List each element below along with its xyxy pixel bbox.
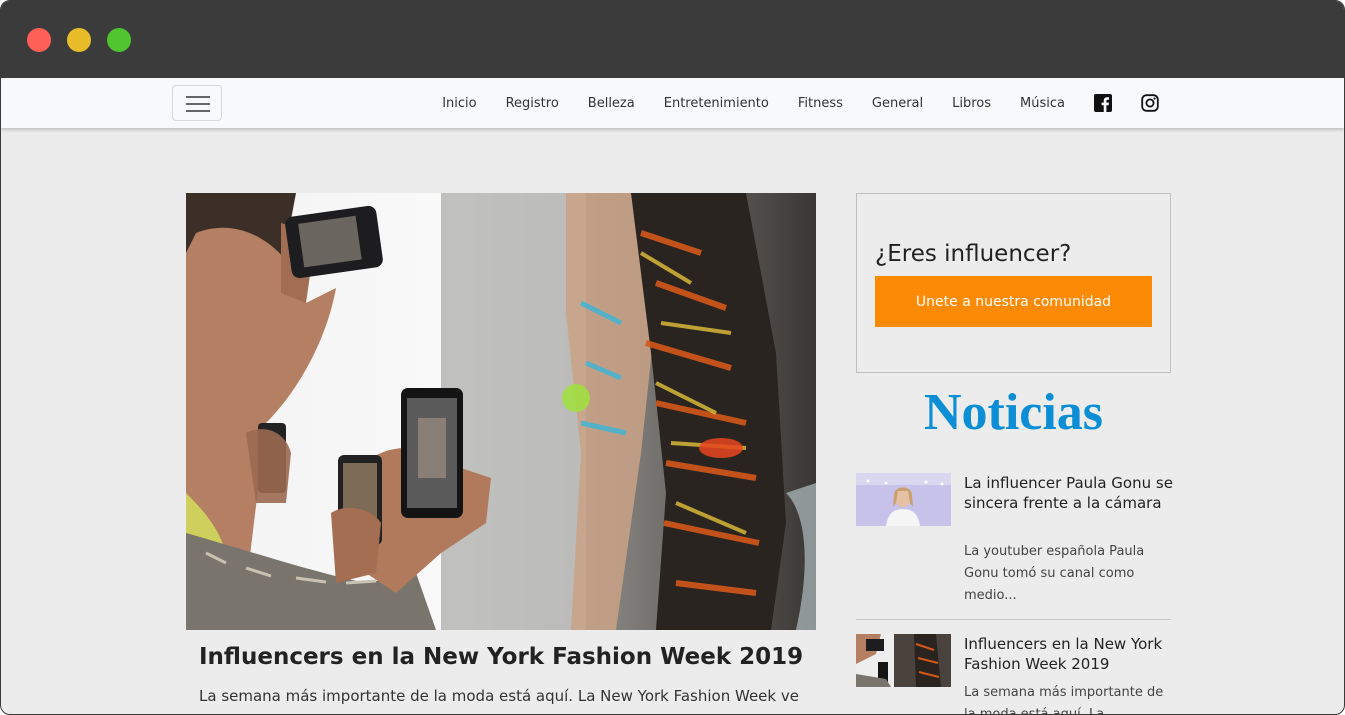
news-thumbnail[interactable] — [856, 473, 951, 526]
nav-link-belleza[interactable]: Belleza — [588, 96, 635, 111]
nav-link-inicio[interactable]: Inicio — [442, 96, 476, 111]
instagram-icon[interactable] — [1141, 94, 1159, 112]
nav-link-entretenimiento[interactable]: Entretenimiento — [664, 96, 769, 111]
nav-link-registro[interactable]: Registro — [506, 96, 559, 111]
news-title[interactable]: Influencers en la New York Fashion Week … — [964, 634, 1174, 674]
news-heading: Noticias — [923, 384, 1104, 441]
news-divider — [856, 619, 1171, 620]
news-title[interactable]: La influencer Paula Gonu se sincera fren… — [964, 473, 1174, 513]
news-excerpt: La youtuber española Paula Gonu tomó su … — [964, 544, 1145, 603]
minimize-window-button[interactable] — [67, 28, 91, 52]
news-excerpt: La semana más importante de la moda está… — [964, 685, 1164, 715]
hamburger-icon — [186, 110, 210, 112]
menu-toggle-button[interactable] — [172, 85, 222, 121]
news-thumbnail[interactable] — [856, 634, 951, 687]
hamburger-icon — [186, 103, 210, 105]
window-titlebar — [1, 1, 1344, 78]
nav-links: Inicio Registro Belleza Entretenimiento … — [413, 78, 1159, 128]
site-navbar: Inicio Registro Belleza Entretenimiento … — [1, 78, 1344, 128]
featured-post-excerpt: La semana más importante de la moda está… — [199, 687, 799, 705]
featured-post-title[interactable]: Influencers en la New York Fashion Week … — [199, 644, 803, 670]
hamburger-icon — [186, 96, 210, 98]
influencer-heading: ¿Eres influencer? — [875, 241, 1072, 267]
facebook-icon[interactable] — [1094, 94, 1112, 112]
browser-window: Inicio Registro Belleza Entretenimiento … — [0, 0, 1345, 715]
close-window-button[interactable] — [27, 28, 51, 52]
nav-link-libros[interactable]: Libros — [952, 96, 991, 111]
influencer-cta-box: ¿Eres influencer? Unete a nuestra comuni… — [856, 193, 1171, 373]
nav-link-musica[interactable]: Música — [1020, 96, 1065, 111]
nav-link-fitness[interactable]: Fitness — [798, 96, 843, 111]
maximize-window-button[interactable] — [107, 28, 131, 52]
nav-link-general[interactable]: General — [872, 96, 923, 111]
featured-post-image[interactable] — [186, 193, 816, 630]
join-community-button[interactable]: Unete a nuestra comunidad — [875, 276, 1152, 327]
